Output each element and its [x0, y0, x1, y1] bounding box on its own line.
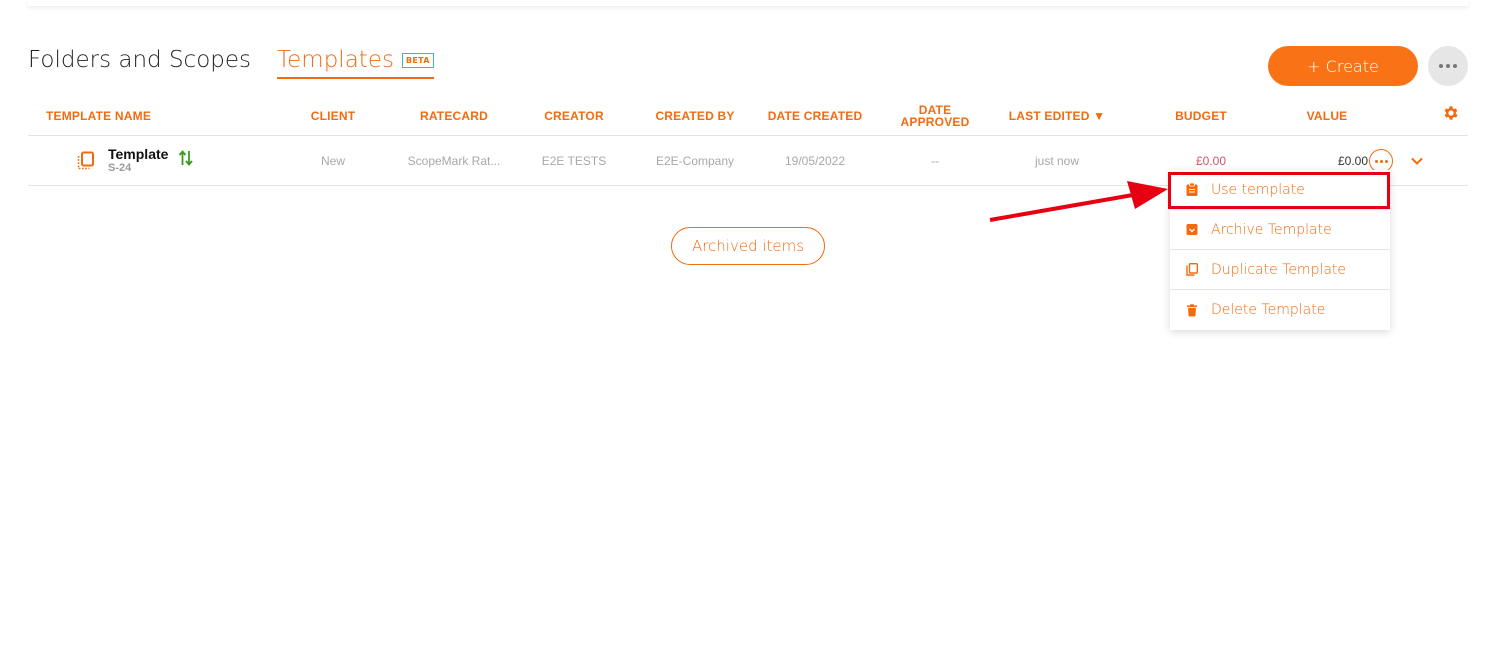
menu-item-label: Duplicate Template	[1211, 261, 1347, 278]
menu-item-duplicate-template[interactable]: Duplicate Template	[1170, 250, 1390, 290]
menu-item-label: Use template	[1211, 181, 1305, 198]
template-name-block[interactable]: Template S-24	[108, 146, 168, 174]
column-header-template-name[interactable]: TEMPLATE NAME	[46, 96, 151, 136]
template-id: S-24	[108, 162, 132, 174]
column-header-ratecard[interactable]: RATECARD	[398, 96, 510, 136]
cell-last-edited: just now	[1034, 154, 1080, 168]
column-header-created-by[interactable]: CREATED BY	[640, 96, 750, 136]
cell-creator: E2E TESTS	[541, 154, 607, 168]
table-header: TEMPLATE NAME CLIENT RATECARD CREATOR CR…	[28, 96, 1468, 136]
view-tabs: Folders and Scopes Templates BETA	[28, 44, 434, 79]
menu-item-use-template[interactable]: Use template	[1170, 170, 1390, 210]
archive-icon	[1186, 224, 1198, 235]
column-header-creator[interactable]: CREATOR	[524, 96, 624, 136]
trash-icon	[1187, 303, 1197, 316]
tab-templates-label: Templates	[277, 47, 394, 73]
date-approved-line-2: APPROVED	[900, 115, 970, 129]
cell-date-created: 19/05/2022	[784, 154, 846, 168]
row-actions-menu: Use template Archive Template Duplicate …	[1170, 170, 1390, 330]
menu-item-archive-template[interactable]: Archive Template	[1170, 210, 1390, 250]
tab-templates[interactable]: Templates BETA	[277, 44, 434, 79]
menu-item-label: Archive Template	[1211, 221, 1332, 238]
top-panel	[28, 0, 1468, 6]
cell-created-by: E2E-Company	[655, 154, 735, 168]
create-button[interactable]: + Create	[1268, 46, 1418, 86]
more-horizontal-icon	[1374, 159, 1388, 163]
beta-badge: BETA	[401, 52, 434, 68]
gear-icon[interactable]	[1442, 104, 1460, 122]
more-horizontal-icon	[1439, 64, 1457, 68]
menu-item-delete-template[interactable]: Delete Template	[1170, 290, 1390, 330]
cell-date-approved: --	[931, 154, 939, 168]
template-name[interactable]: Template	[108, 146, 168, 162]
menu-item-label: Delete Template	[1211, 302, 1326, 318]
tab-folders-and-scopes[interactable]: Folders and Scopes	[28, 44, 251, 76]
chevron-down-icon[interactable]	[1410, 154, 1424, 168]
cell-client: New	[320, 154, 345, 168]
column-header-date-approved[interactable]: DATE APPROVED	[890, 96, 980, 136]
archived-items-button[interactable]: Archived items	[671, 227, 825, 265]
column-header-value[interactable]: VALUE	[1284, 96, 1370, 136]
column-header-date-created[interactable]: DATE CREATED	[761, 96, 869, 136]
column-header-budget[interactable]: BUDGET	[1156, 96, 1246, 136]
column-header-last-edited[interactable]: LAST EDITED ▼	[998, 96, 1116, 136]
template-icon	[77, 151, 94, 170]
clipboard-icon	[1186, 183, 1198, 196]
more-options-button[interactable]	[1428, 46, 1468, 86]
column-header-client[interactable]: CLIENT	[290, 96, 376, 136]
copy-icon	[1186, 263, 1198, 276]
cell-ratecard: ScopeMark Rat...	[407, 154, 501, 168]
sort-arrows-icon	[178, 150, 193, 166]
